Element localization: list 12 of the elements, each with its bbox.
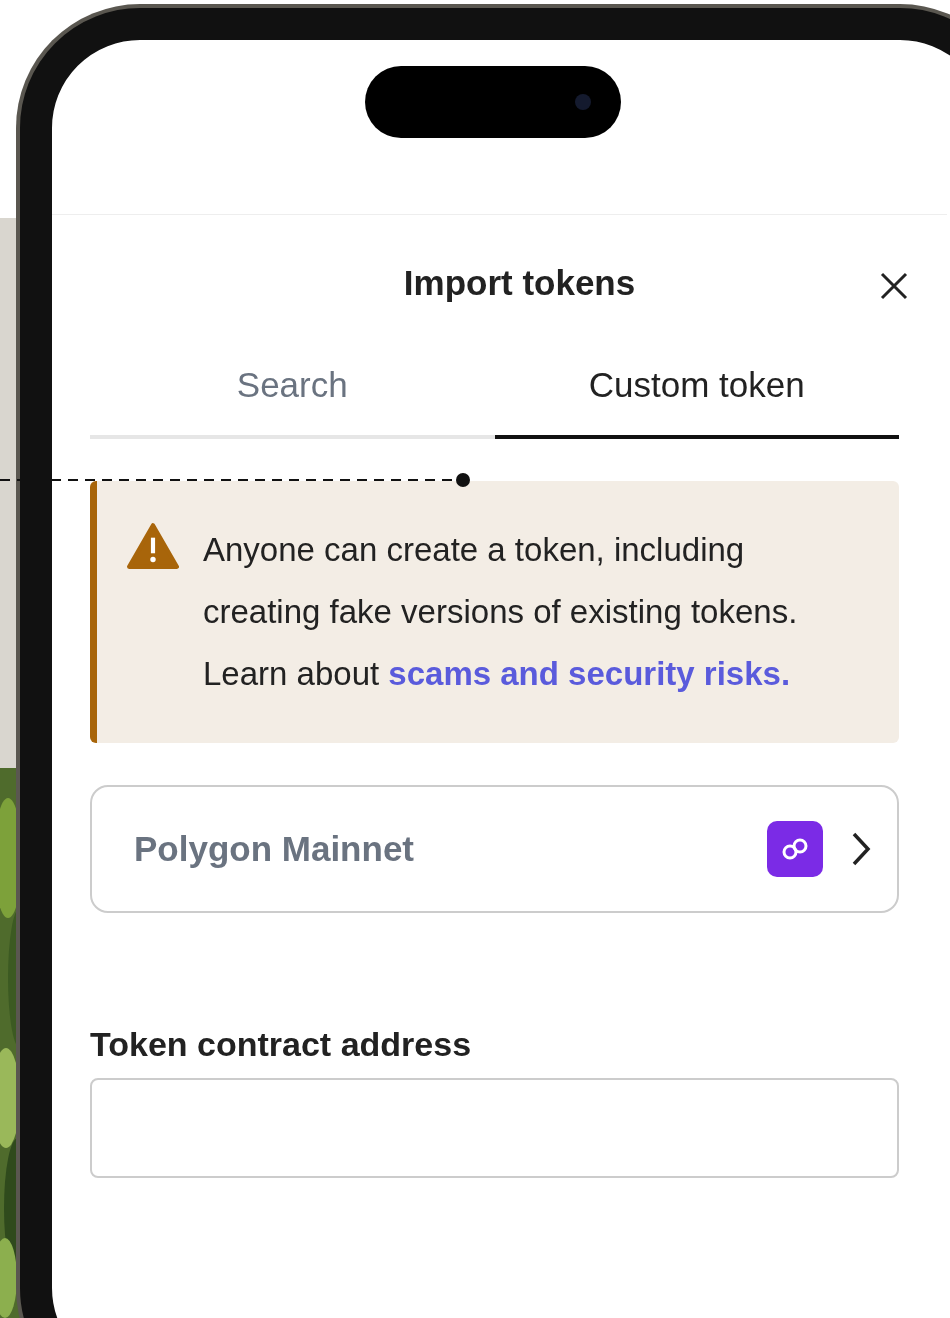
warning-text: Anyone can create a token, including creating fake versions of existing tokens. Learn about scams and security risks. — [203, 530, 799, 694]
tab[interactable]: Search — [90, 365, 495, 439]
modal-title: Import tokens — [403, 263, 636, 304]
chain-icon — [767, 821, 823, 877]
field-label: Token contract address — [90, 1025, 473, 1064]
warning-icon — [127, 523, 179, 569]
address-input[interactable] — [90, 1078, 899, 1178]
tab[interactable]: Custom token — [494, 365, 899, 439]
security-link[interactable]: scams and security risks. — [388, 655, 791, 692]
network-selector[interactable]: Polygon Mainnet — [90, 785, 899, 913]
close-icon[interactable] — [879, 271, 909, 301]
chevron-right-icon — [851, 831, 871, 867]
